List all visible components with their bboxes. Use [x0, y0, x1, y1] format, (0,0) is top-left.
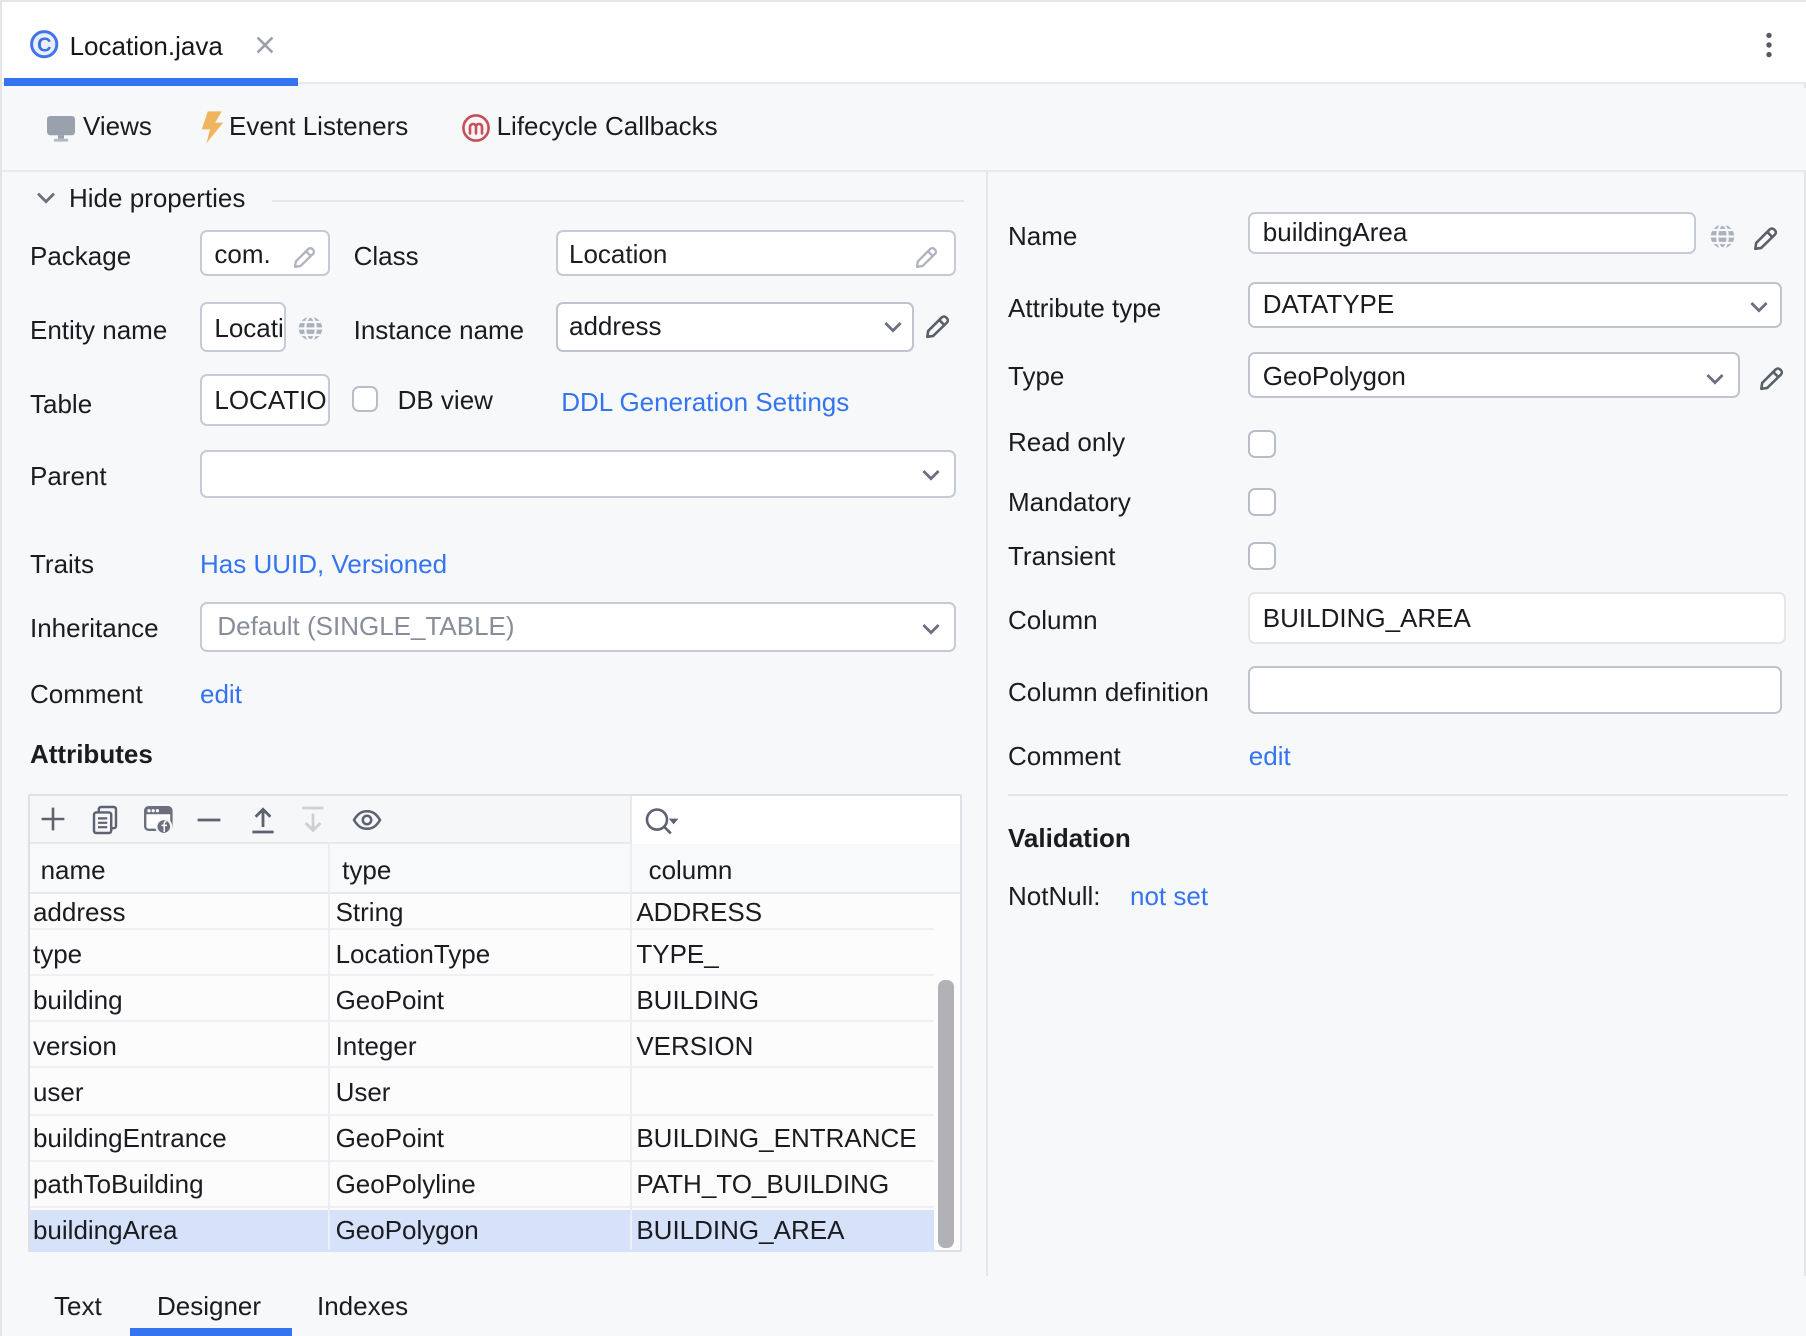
svg-text:C: C — [37, 34, 51, 56]
